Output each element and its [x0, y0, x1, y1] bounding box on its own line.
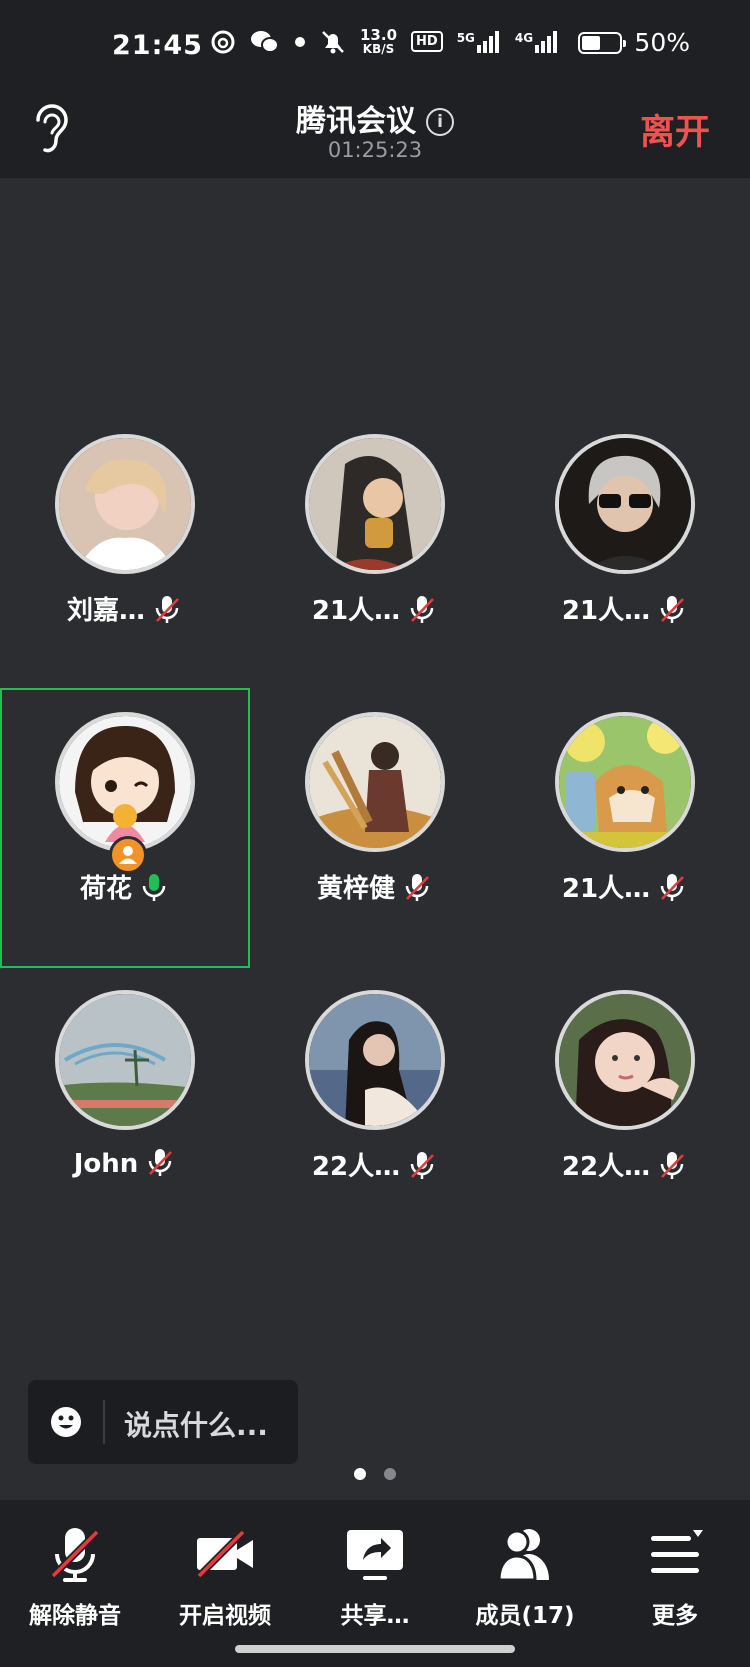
meeting-header: 腾讯会议 i 01:25:23 离开 [0, 90, 750, 178]
leave-button[interactable]: 离开 [640, 104, 710, 155]
menu-icon [651, 1530, 703, 1573]
avatar [55, 990, 195, 1130]
chat-input[interactable]: 说点什么... [28, 1380, 298, 1464]
participant-tile[interactable]: 21人… [250, 410, 500, 690]
mic-muted-icon [656, 593, 688, 625]
participant-name: 21人… [311, 596, 401, 626]
participant-name: 21人… [561, 596, 651, 626]
mic-muted-icon [656, 1149, 688, 1181]
unmute-label: 解除静音 [29, 1603, 121, 1629]
notification-icons: 13.0 KB/S HD 5G 4G [210, 28, 559, 55]
participant-name: 荷花 [79, 874, 132, 904]
avatar [55, 434, 195, 574]
share-label: 共享… [340, 1603, 410, 1629]
divider [103, 1400, 105, 1444]
chat-placeholder: 说点什么... [124, 1409, 268, 1442]
participant-name: 22人… [311, 1152, 401, 1182]
share-screen-icon [347, 1530, 403, 1580]
info-icon[interactable]: i [426, 108, 454, 136]
start-video-label: 开启视频 [179, 1603, 271, 1629]
clock: 21:45 [112, 30, 203, 61]
participant-name-row: 荷花 [0, 868, 250, 905]
dot-icon [295, 36, 305, 47]
mic-muted-icon [406, 1149, 438, 1181]
participant-name: 刘嘉… [66, 596, 145, 626]
participant-tile[interactable]: 刘嘉… [0, 410, 250, 690]
battery-group: 50% [578, 28, 690, 57]
bottom-toolbar: 解除静音 开启视频 共享… 成员(17) 更多 [0, 1500, 750, 1667]
mic-active-icon [138, 871, 170, 903]
participant-tile[interactable]: 黄梓健 [250, 688, 500, 968]
battery-percent: 50% [634, 28, 690, 57]
netease-music-icon [211, 30, 235, 53]
avatar [555, 990, 695, 1130]
mic-muted-icon [144, 1146, 176, 1178]
participant-name: John [73, 1149, 139, 1179]
battery-icon [578, 31, 627, 54]
participant-name-row: 21人… [500, 590, 750, 627]
participant-name-row: John [0, 1146, 250, 1179]
status-bar: 21:45 13.0 KB/S HD 5G 4G 50% [0, 0, 750, 90]
avatar [305, 434, 445, 574]
members-icon [497, 1529, 549, 1582]
start-video-button[interactable]: 开启视频 [150, 1522, 300, 1630]
net-speed: 13.0 KB/S [360, 26, 398, 56]
mic-muted-icon [401, 871, 433, 903]
avatar [55, 712, 195, 852]
more-label: 更多 [652, 1603, 698, 1629]
members-button[interactable]: 成员(17) [450, 1522, 600, 1630]
emoji-icon[interactable] [50, 1406, 82, 1438]
avatar [555, 434, 695, 574]
mic-muted-icon [151, 593, 183, 625]
meeting-timer: 01:25:23 [327, 138, 423, 162]
more-button[interactable]: 更多 [600, 1522, 750, 1630]
signal-4g-icon: 4G [515, 30, 559, 53]
hd-voice-badge: HD [411, 31, 443, 52]
page-indicator [0, 1468, 750, 1480]
meeting-title[interactable]: 腾讯会议 i [0, 96, 750, 140]
unmute-button[interactable]: 解除静音 [0, 1522, 150, 1630]
participant-tile[interactable]: 22人… [250, 966, 500, 1246]
participant-name: 21人… [561, 874, 651, 904]
mic-muted-icon [50, 1528, 100, 1582]
share-screen-button[interactable]: 共享… [300, 1522, 450, 1630]
participant-tile[interactable]: 21人… [500, 410, 750, 690]
participant-name: 22人… [561, 1152, 651, 1182]
home-indicator[interactable] [235, 1645, 515, 1653]
participant-tile[interactable]: 21人… [500, 688, 750, 968]
wechat-icon [251, 30, 279, 53]
page-dot[interactable] [354, 1468, 366, 1480]
participant-tile[interactable]: 荷花 [0, 688, 250, 968]
members-label: 成员(17) [475, 1603, 575, 1629]
mic-muted-icon [406, 593, 438, 625]
participant-name-row: 22人… [250, 1146, 500, 1183]
page-dot[interactable] [384, 1468, 396, 1480]
avatar [305, 990, 445, 1130]
video-off-icon [196, 1529, 253, 1579]
participant-name-row: 刘嘉… [0, 590, 250, 627]
participant-tile[interactable]: 22人… [500, 966, 750, 1246]
participant-name-row: 21人… [500, 868, 750, 905]
participant-name-row: 21人… [250, 590, 500, 627]
participant-name-row: 黄梓健 [250, 868, 500, 905]
signal-5g-icon: 5G [457, 30, 501, 53]
mic-muted-icon [656, 871, 688, 903]
participant-name-row: 22人… [500, 1146, 750, 1183]
silent-bell-icon [322, 30, 344, 53]
avatar [555, 712, 695, 852]
avatar [305, 712, 445, 852]
participant-name: 黄梓健 [316, 874, 395, 904]
participant-tile[interactable]: John [0, 966, 250, 1246]
